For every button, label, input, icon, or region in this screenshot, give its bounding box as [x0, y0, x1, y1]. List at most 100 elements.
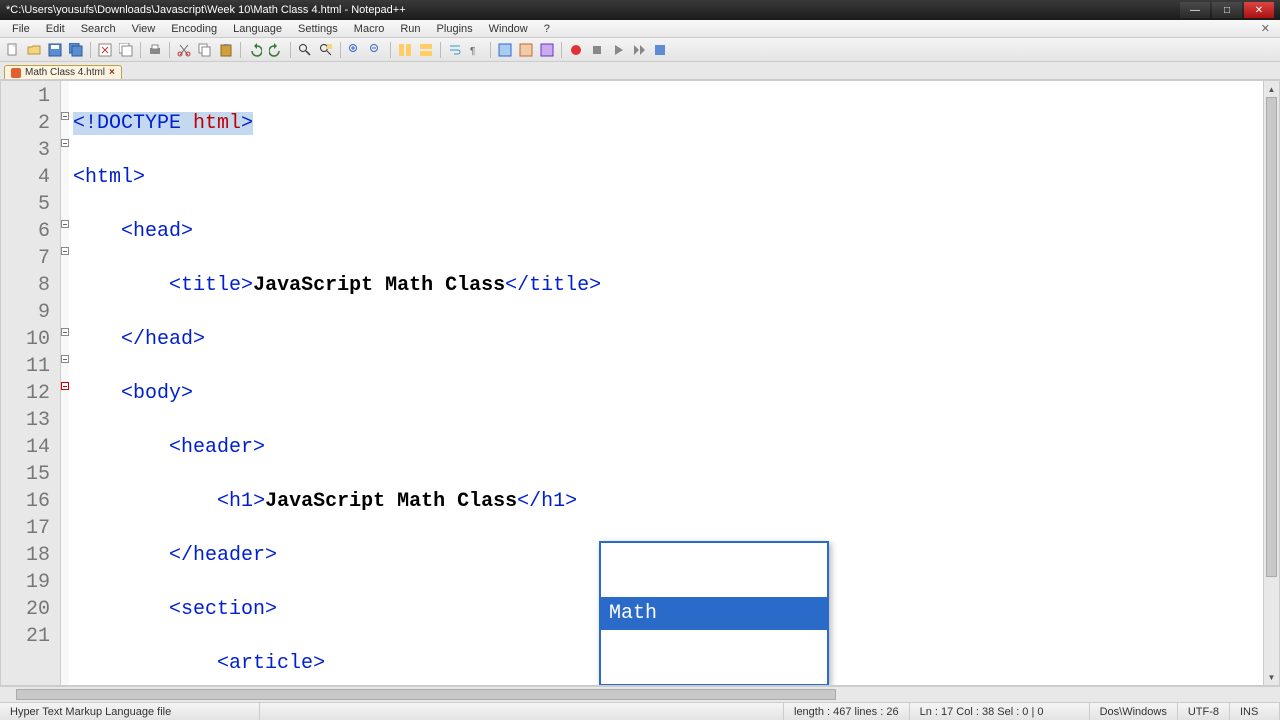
fold-marker[interactable]: [61, 112, 69, 120]
status-spacer: [260, 703, 784, 720]
fold-marker[interactable]: [61, 355, 69, 363]
status-length: length : 467 lines : 26: [784, 703, 910, 720]
fold-marker[interactable]: [61, 139, 69, 147]
line-number: 15: [1, 461, 50, 488]
zoom-out-icon[interactable]: [367, 41, 385, 59]
find-icon[interactable]: [296, 41, 314, 59]
vertical-scrollbar[interactable]: ▲ ▼: [1263, 81, 1279, 685]
window-minimize-button[interactable]: —: [1180, 2, 1210, 18]
toolbar-separator: [290, 42, 291, 58]
file-tab-label: Math Class 4.html: [25, 67, 105, 78]
line-number: 13: [1, 407, 50, 434]
autocomplete-item[interactable]: Math: [601, 597, 827, 630]
toolbar-separator: [490, 42, 491, 58]
fold-marker[interactable]: [61, 247, 69, 255]
copy-icon[interactable]: [196, 41, 214, 59]
toolbar: ¶: [0, 38, 1280, 62]
fold-marker[interactable]: [61, 328, 69, 336]
menu-file[interactable]: File: [4, 21, 38, 37]
save-icon[interactable]: [46, 41, 64, 59]
cut-icon[interactable]: [175, 41, 193, 59]
sync-v-icon[interactable]: [396, 41, 414, 59]
line-number: 17: [1, 515, 50, 542]
fold-marker[interactable]: [61, 382, 69, 390]
menu-help[interactable]: ?: [536, 21, 558, 37]
toolbar-separator: [340, 42, 341, 58]
undo-icon[interactable]: [246, 41, 264, 59]
window-maximize-button[interactable]: □: [1212, 2, 1242, 18]
wrap-icon[interactable]: [446, 41, 464, 59]
line-number: 4: [1, 164, 50, 191]
redo-icon[interactable]: [267, 41, 285, 59]
close-file-icon[interactable]: [96, 41, 114, 59]
scrollbar-thumb[interactable]: [1266, 97, 1277, 577]
line-number: 12: [1, 380, 50, 407]
menu-edit[interactable]: Edit: [38, 21, 73, 37]
show-chars-icon[interactable]: ¶: [467, 41, 485, 59]
status-bar: Hyper Text Markup Language file length :…: [0, 702, 1280, 720]
open-file-icon[interactable]: [25, 41, 43, 59]
menu-window[interactable]: Window: [481, 21, 536, 37]
scroll-up-icon[interactable]: ▲: [1264, 81, 1279, 97]
line-number: 20: [1, 596, 50, 623]
menu-settings[interactable]: Settings: [290, 21, 346, 37]
fold-column: [61, 81, 69, 685]
menu-language[interactable]: Language: [225, 21, 290, 37]
paste-icon[interactable]: [217, 41, 235, 59]
line-number: 18: [1, 542, 50, 569]
close-all-icon[interactable]: [117, 41, 135, 59]
line-number: 2: [1, 110, 50, 137]
doc-map-icon[interactable]: [538, 41, 556, 59]
save-all-icon[interactable]: [67, 41, 85, 59]
line-number: 6: [1, 218, 50, 245]
window-title: *C:\Users\yousufs\Downloads\Javascript\W…: [6, 4, 1180, 16]
status-eol: Dos\Windows: [1090, 703, 1178, 720]
window-close-button[interactable]: ✕: [1244, 2, 1274, 18]
line-number: 1: [1, 83, 50, 110]
line-number: 7: [1, 245, 50, 272]
toolbar-separator: [90, 42, 91, 58]
menu-search[interactable]: Search: [73, 21, 124, 37]
autocomplete-popup[interactable]: Math: [599, 541, 829, 686]
line-number: 16: [1, 488, 50, 515]
save-macro-icon[interactable]: [651, 41, 669, 59]
zoom-in-icon[interactable]: [346, 41, 364, 59]
toolbar-separator: [390, 42, 391, 58]
menu-view[interactable]: View: [124, 21, 164, 37]
play-icon[interactable]: [609, 41, 627, 59]
menu-run[interactable]: Run: [392, 21, 428, 37]
status-position: Ln : 17 Col : 38 Sel : 0 | 0: [910, 703, 1090, 720]
function-list-icon[interactable]: [517, 41, 535, 59]
toolbar-separator: [440, 42, 441, 58]
menu-close-doc-button[interactable]: ✕: [1255, 22, 1276, 35]
new-file-icon[interactable]: [4, 41, 22, 59]
fold-marker[interactable]: [61, 220, 69, 228]
menu-encoding[interactable]: Encoding: [163, 21, 225, 37]
menu-plugins[interactable]: Plugins: [429, 21, 481, 37]
scrollbar-thumb[interactable]: [16, 689, 836, 700]
line-number: 9: [1, 299, 50, 326]
replace-icon[interactable]: [317, 41, 335, 59]
status-insert-mode[interactable]: INS: [1230, 703, 1280, 720]
line-number: 11: [1, 353, 50, 380]
print-icon[interactable]: [146, 41, 164, 59]
stop-icon[interactable]: [588, 41, 606, 59]
horizontal-scrollbar[interactable]: [0, 686, 1280, 702]
scroll-down-icon[interactable]: ▼: [1264, 669, 1279, 685]
file-tab-active[interactable]: Math Class 4.html ×: [4, 65, 122, 79]
file-type-icon: [11, 68, 21, 78]
play-multi-icon[interactable]: [630, 41, 648, 59]
line-number: 21: [1, 623, 50, 650]
window-titlebar: *C:\Users\yousufs\Downloads\Javascript\W…: [0, 0, 1280, 20]
toolbar-separator: [240, 42, 241, 58]
code-editor[interactable]: <!DOCTYPE html> <html> <head> <title>Jav…: [69, 81, 1263, 685]
line-number: 3: [1, 137, 50, 164]
indent-guide-icon[interactable]: [496, 41, 514, 59]
menu-macro[interactable]: Macro: [346, 21, 393, 37]
toolbar-separator: [169, 42, 170, 58]
tab-close-icon[interactable]: ×: [109, 67, 115, 78]
record-icon[interactable]: [567, 41, 585, 59]
sync-h-icon[interactable]: [417, 41, 435, 59]
line-number: 14: [1, 434, 50, 461]
svg-text:¶: ¶: [470, 46, 475, 57]
